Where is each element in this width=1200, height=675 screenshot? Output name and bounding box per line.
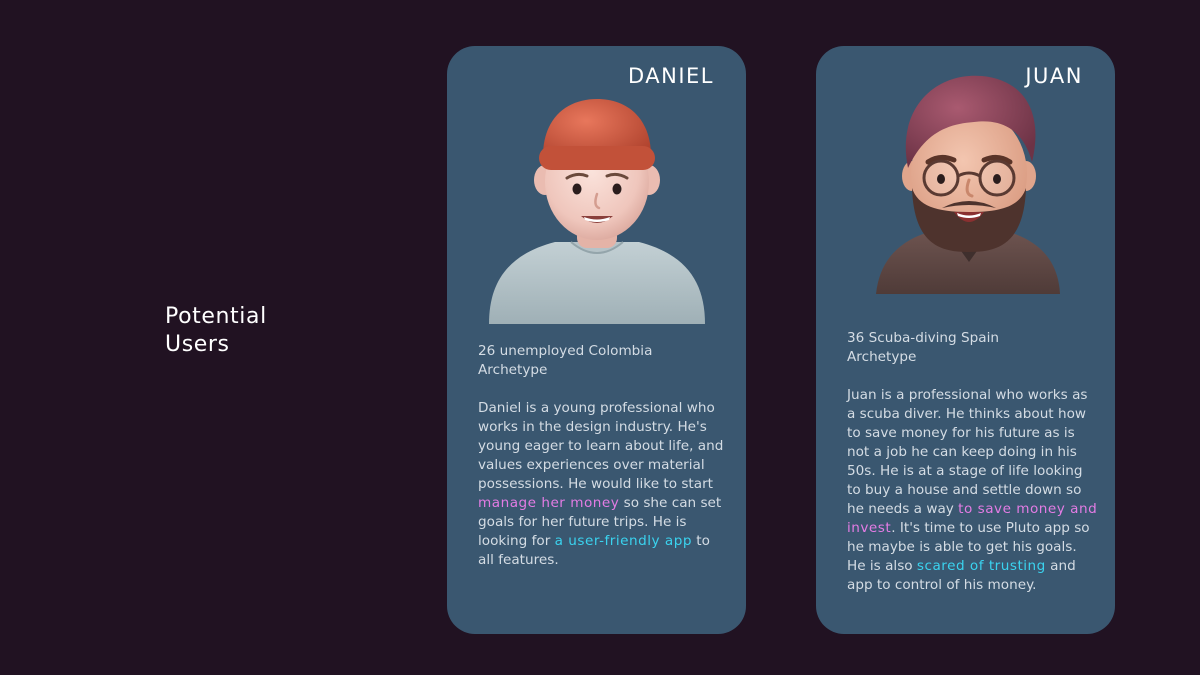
page-title: Potential Users	[165, 303, 365, 359]
persona-age-location: 26 unemployed Colombia	[478, 343, 653, 359]
page-title-line1: Potential	[165, 304, 267, 329]
persona-meta: 26 unemployed Colombia Archetype	[478, 342, 728, 380]
bearded-man-avatar-icon	[876, 75, 1060, 294]
description-text: Daniel is a young professional who works…	[478, 400, 724, 492]
young-man-avatar-icon	[489, 99, 705, 324]
persona-age-location: 36 Scuba-diving Spain	[847, 330, 999, 346]
persona-description: Daniel is a young professional who works…	[478, 399, 730, 570]
persona-archetype: Archetype	[478, 362, 548, 378]
persona-card-daniel: DANIEL 26 unemployed Colombia Archetype …	[447, 46, 746, 634]
highlight-goal: manage her money	[478, 495, 620, 511]
persona-description: Juan is a professional who works as a sc…	[847, 386, 1099, 595]
description-text: Juan is a professional who works as a sc…	[847, 387, 1088, 517]
persona-name: DANIEL	[627, 64, 714, 88]
persona-meta: 36 Scuba-diving Spain Archetype	[847, 329, 1097, 367]
highlight-need: scared of trusting	[916, 558, 1046, 574]
persona-card-juan: JUAN 36 Scuba-diving Spain Archetype Jua…	[816, 46, 1115, 634]
persona-archetype: Archetype	[847, 349, 917, 365]
highlight-need: a user-friendly app	[554, 533, 692, 549]
page-title-line2: Users	[165, 332, 230, 357]
